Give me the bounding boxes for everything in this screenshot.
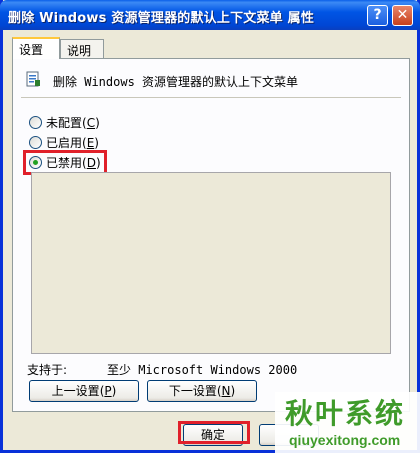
radio-label-not-configured: 未配置 bbox=[46, 115, 83, 130]
properties-dialog: 删除 Windows 资源管理器的默认上下文菜单 属性 ? ✕ 设置 说明 删除… bbox=[0, 0, 420, 453]
options-area bbox=[31, 172, 391, 354]
hotkey-e: E bbox=[86, 135, 95, 150]
supported-on-value: 至少 Microsoft Windows 2000 bbox=[107, 363, 298, 377]
watermark-url: qiuyexitong.com bbox=[289, 432, 401, 448]
close-button[interactable]: ✕ bbox=[392, 5, 413, 26]
policy-setting-icon bbox=[26, 71, 40, 87]
previous-setting-button[interactable]: 上一设置(P) bbox=[29, 380, 139, 402]
tab-explain[interactable]: 说明 bbox=[60, 39, 104, 58]
supported-on-label: 支持于: bbox=[27, 363, 68, 377]
watermark-logo: 秋叶系统 qiuyexitong.com bbox=[275, 392, 420, 453]
title-bar[interactable]: 删除 Windows 资源管理器的默认上下文菜单 属性 ? ✕ bbox=[0, 0, 420, 30]
hotkey-c: C bbox=[86, 115, 96, 130]
tab-settings[interactable]: 设置 bbox=[12, 37, 60, 59]
next-setting-button[interactable]: 下一设置(N) bbox=[147, 380, 257, 402]
radio-not-configured[interactable]: 未配置(C) bbox=[29, 113, 100, 131]
policy-header: 删除 Windows 资源管理器的默认上下文菜单 bbox=[25, 71, 395, 93]
radio-enabled[interactable]: 已启用(E) bbox=[29, 133, 99, 151]
hotkey-p: P bbox=[104, 384, 112, 398]
help-button[interactable]: ? bbox=[367, 5, 388, 26]
settings-panel: 删除 Windows 资源管理器的默认上下文菜单 未配置(C) 已启用(E) 已… bbox=[12, 58, 410, 412]
watermark-brand: 秋叶系统 bbox=[285, 397, 406, 430]
divider bbox=[21, 97, 401, 98]
radio-label-enabled: 已启用 bbox=[46, 135, 83, 150]
radio-circle[interactable] bbox=[29, 115, 42, 129]
radio-circle[interactable] bbox=[29, 135, 42, 149]
ok-highlight-box bbox=[178, 421, 250, 444]
hotkey-n: N bbox=[221, 384, 231, 398]
window-title: 删除 Windows 资源管理器的默认上下文菜单 属性 bbox=[8, 11, 315, 26]
policy-name: 删除 Windows 资源管理器的默认上下文菜单 bbox=[53, 75, 299, 89]
